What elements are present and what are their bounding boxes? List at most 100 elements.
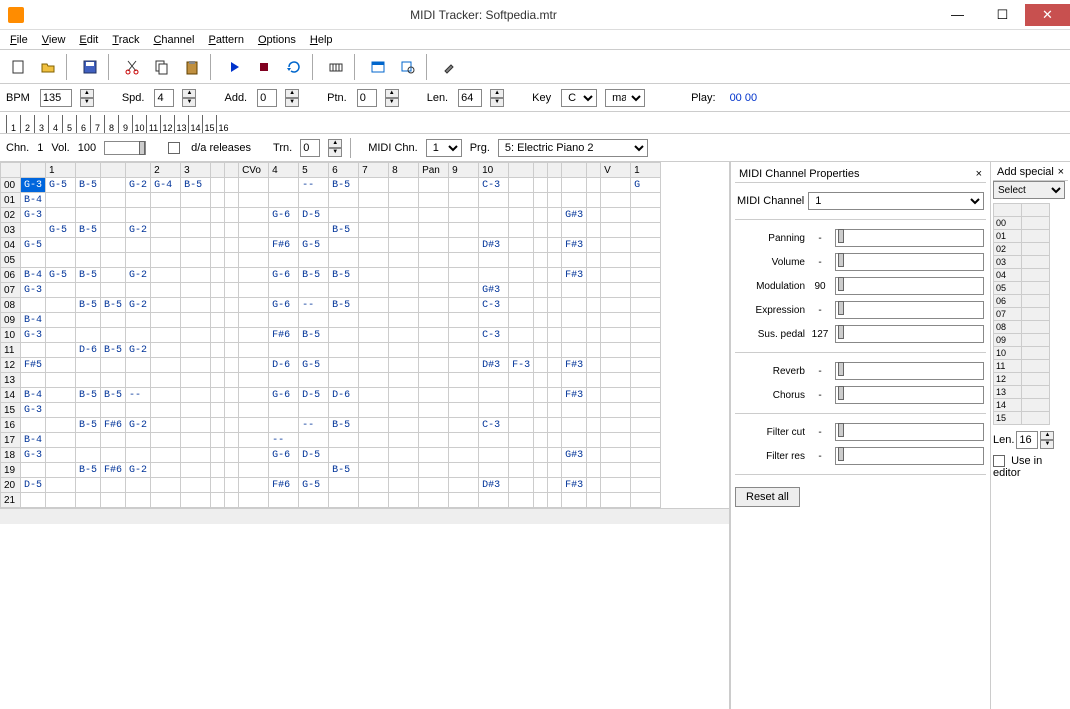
grid-cell[interactable] <box>389 433 419 448</box>
grid-cell[interactable] <box>562 328 587 343</box>
grid-cell[interactable] <box>181 283 211 298</box>
grid-cell[interactable]: D-5 <box>299 448 329 463</box>
grid-cell[interactable] <box>239 328 269 343</box>
grid-cell[interactable]: B-4 <box>21 433 46 448</box>
grid-cell[interactable] <box>534 433 548 448</box>
grid-cell[interactable]: B-5 <box>329 223 359 238</box>
maximize-button[interactable]: ☐ <box>980 4 1025 26</box>
window-button[interactable] <box>364 54 392 80</box>
grid-cell[interactable] <box>601 208 631 223</box>
add-cell[interactable] <box>1022 269 1050 282</box>
grid-cell[interactable] <box>419 328 449 343</box>
grid-cell[interactable]: C-3 <box>479 418 509 433</box>
grid-cell[interactable]: G-6 <box>269 268 299 283</box>
grid-cell[interactable] <box>269 418 299 433</box>
grid-cell[interactable]: G#3 <box>479 283 509 298</box>
grid-cell[interactable] <box>419 463 449 478</box>
grid-cell[interactable] <box>329 493 359 508</box>
grid-cell[interactable] <box>419 358 449 373</box>
chorus-slider[interactable] <box>835 386 984 404</box>
add-row-hdr[interactable]: 02 <box>994 243 1022 256</box>
grid-cell[interactable] <box>181 478 211 493</box>
grid-cell[interactable] <box>151 478 181 493</box>
grid-cell[interactable] <box>101 358 126 373</box>
grid-cell[interactable] <box>587 373 601 388</box>
add-cell[interactable] <box>1022 243 1050 256</box>
add-up[interactable]: ▲ <box>285 89 299 98</box>
grid-cell[interactable] <box>389 328 419 343</box>
row-header[interactable]: 07 <box>1 283 21 298</box>
grid-cell[interactable] <box>419 283 449 298</box>
grid-cell[interactable] <box>449 358 479 373</box>
grid-cell[interactable] <box>479 253 509 268</box>
grid-cell[interactable]: F#3 <box>562 238 587 253</box>
grid-cell[interactable] <box>269 283 299 298</box>
menu-options[interactable]: Options <box>252 32 302 48</box>
grid-cell[interactable] <box>225 238 239 253</box>
spd-input[interactable] <box>154 89 174 107</box>
grid-cell[interactable] <box>151 208 181 223</box>
grid-cell[interactable] <box>181 493 211 508</box>
grid-cell[interactable] <box>534 178 548 193</box>
grid-cell[interactable] <box>509 238 534 253</box>
grid-cell[interactable] <box>181 313 211 328</box>
ruler-tick[interactable]: 5 <box>62 115 76 133</box>
col-header[interactable] <box>562 163 587 178</box>
grid-cell[interactable] <box>509 463 534 478</box>
grid-cell[interactable]: G-3 <box>21 328 46 343</box>
add-cell[interactable] <box>1022 308 1050 321</box>
grid-cell[interactable] <box>587 253 601 268</box>
grid-cell[interactable] <box>329 448 359 463</box>
ptn-down[interactable]: ▼ <box>385 98 399 107</box>
grid-cell[interactable] <box>359 313 389 328</box>
grid-cell[interactable] <box>46 433 76 448</box>
grid-cell[interactable] <box>389 238 419 253</box>
grid-cell[interactable] <box>509 223 534 238</box>
grid-cell[interactable] <box>562 283 587 298</box>
grid-cell[interactable] <box>601 268 631 283</box>
col-header[interactable] <box>211 163 225 178</box>
grid-cell[interactable] <box>359 418 389 433</box>
grid-cell[interactable] <box>239 298 269 313</box>
grid-cell[interactable] <box>562 493 587 508</box>
grid-cell[interactable] <box>211 493 225 508</box>
grid-cell[interactable] <box>299 463 329 478</box>
add-cell[interactable] <box>1022 256 1050 269</box>
grid-cell[interactable] <box>389 493 419 508</box>
grid-cell[interactable]: D-5 <box>299 388 329 403</box>
grid-cell[interactable] <box>509 253 534 268</box>
grid-cell[interactable] <box>389 463 419 478</box>
grid-cell[interactable] <box>587 283 601 298</box>
grid-cell[interactable] <box>225 253 239 268</box>
grid-cell[interactable] <box>126 373 151 388</box>
grid-cell[interactable] <box>211 373 225 388</box>
grid-cell[interactable] <box>76 193 101 208</box>
grid-cell[interactable] <box>181 328 211 343</box>
menu-channel[interactable]: Channel <box>147 32 200 48</box>
grid-cell[interactable]: F#6 <box>269 328 299 343</box>
grid-cell[interactable] <box>562 343 587 358</box>
add-row-hdr[interactable]: 00 <box>994 217 1022 230</box>
grid-cell[interactable] <box>587 418 601 433</box>
grid-cell[interactable] <box>151 328 181 343</box>
grid-cell[interactable] <box>587 193 601 208</box>
grid-cell[interactable] <box>101 208 126 223</box>
grid-cell[interactable] <box>126 403 151 418</box>
grid-cell[interactable] <box>46 298 76 313</box>
col-header[interactable]: 1 <box>631 163 661 178</box>
stop-button[interactable] <box>250 54 278 80</box>
grid-cell[interactable] <box>562 373 587 388</box>
grid-cell[interactable] <box>479 403 509 418</box>
grid-cell[interactable] <box>601 358 631 373</box>
grid-cell[interactable] <box>534 418 548 433</box>
grid-cell[interactable] <box>211 418 225 433</box>
grid-cell[interactable] <box>562 223 587 238</box>
grid-cell[interactable] <box>329 403 359 418</box>
grid-cell[interactable] <box>534 313 548 328</box>
grid-cell[interactable]: F#3 <box>562 268 587 283</box>
grid-cell[interactable]: B-5 <box>329 178 359 193</box>
add-row-hdr[interactable]: 01 <box>994 230 1022 243</box>
grid-cell[interactable] <box>211 463 225 478</box>
grid-cell[interactable] <box>181 298 211 313</box>
grid-cell[interactable]: B-5 <box>101 343 126 358</box>
